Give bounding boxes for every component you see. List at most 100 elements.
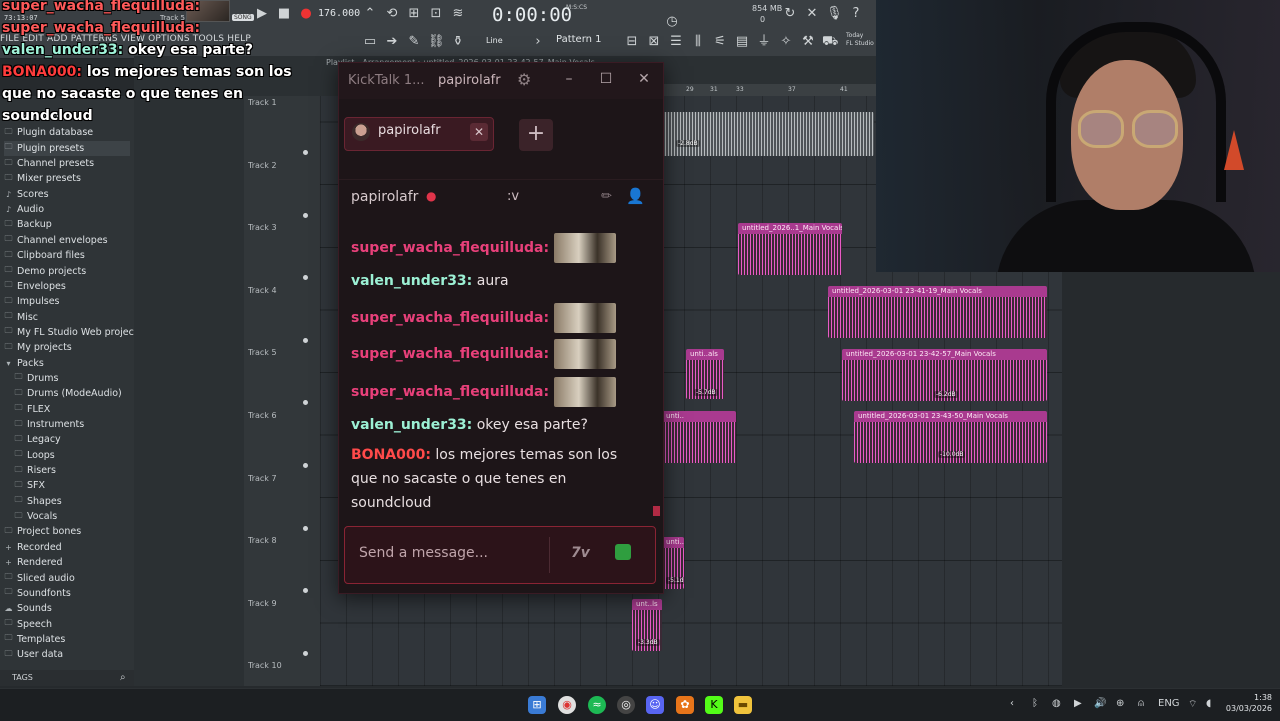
link-icon[interactable]: ⛓ (428, 34, 445, 50)
browser-item[interactable]: 🗀 Legacy (14, 432, 61, 447)
gear-icon[interactable]: ⚙ (517, 70, 531, 89)
stop-icon[interactable]: ■ (276, 6, 292, 22)
track-label[interactable]: Track 8 (248, 536, 277, 545)
browser-item[interactable]: 🗀 SFX (14, 478, 46, 493)
snap-icon[interactable]: ▭ (362, 34, 378, 50)
chat-emote[interactable] (553, 339, 616, 369)
pattern-select[interactable]: Pattern 1 (556, 34, 602, 45)
audio-clip[interactable]: unti..als -5.7dB (686, 349, 724, 399)
mixer-icon[interactable]: ⫼ (690, 34, 706, 50)
playlist-icon[interactable]: ⊟ (624, 34, 640, 50)
track-label[interactable]: Track 10 (248, 661, 282, 670)
chrome-icon[interactable]: ◉ (558, 696, 576, 714)
browser-icon[interactable]: ▤ (734, 34, 750, 50)
plugin-icon[interactable]: ⚟ (712, 34, 728, 50)
browser-item[interactable]: 🗀 Drums (14, 371, 59, 386)
browser-item[interactable]: 🗀 Demo projects (4, 264, 87, 279)
tags-label[interactable]: TAGS (12, 673, 33, 682)
wand-icon[interactable]: ✧ (778, 34, 794, 50)
close-x-icon[interactable]: ✕ (804, 6, 820, 22)
wifi-icon[interactable]: ⌔ (1188, 698, 1197, 711)
track-label[interactable]: Track 9 (248, 599, 277, 608)
track-mute-toggle[interactable] (303, 650, 308, 656)
system-clock[interactable]: 1:38 03/03/2026 (1222, 692, 1272, 714)
chat-username[interactable]: valen_under33: (351, 417, 472, 433)
maximize-icon[interactable]: ☐ (597, 71, 615, 87)
browser-item[interactable]: + Rendered (4, 555, 62, 570)
chevron-left-icon[interactable]: ‹ (1010, 698, 1014, 709)
search-icon[interactable]: ⌕ (120, 672, 126, 683)
user-icon[interactable]: 👤 (626, 187, 645, 205)
chat-username[interactable]: super_wacha_flequilluda: (351, 346, 549, 362)
browser-item[interactable]: ☁ Sounds (4, 601, 52, 616)
bluetooth-icon[interactable]: ᛒ (1032, 698, 1038, 709)
youtube-icon[interactable]: ▶ (1074, 698, 1082, 709)
track-mute-toggle[interactable] (303, 463, 308, 468)
browser-item[interactable]: ▾ Packs (4, 356, 43, 371)
7tv-emote-icon[interactable]: 7v (571, 545, 590, 561)
browser-item[interactable]: 🗀 Channel presets (4, 156, 95, 171)
metronome-icon[interactable]: ⌃ (362, 6, 378, 22)
chat-username[interactable]: super_wacha_flequilluda: (351, 384, 549, 400)
tools-icon[interactable]: ⚒ (800, 34, 816, 50)
audio-clip[interactable]: unti.. (662, 411, 736, 463)
mic-tray-icon[interactable]: ⍝ (1138, 698, 1144, 709)
audio-clip[interactable]: -2.8dB (662, 112, 874, 156)
arrow-right-icon[interactable]: › (530, 34, 546, 50)
browser-item[interactable]: 🗀 Instruments (14, 417, 85, 432)
discord-icon[interactable]: ☺ (646, 696, 664, 714)
browser-item[interactable]: 🗀 Shapes (14, 494, 62, 509)
start-icon[interactable]: ⊞ (528, 696, 546, 714)
kick-emote-icon[interactable] (615, 544, 631, 560)
piano-roll-icon[interactable]: ⊠ (646, 34, 662, 50)
arrow-icon[interactable]: ➔ (384, 34, 400, 50)
browser-item[interactable]: 🗀 Soundfonts (4, 586, 71, 601)
close-icon[interactable]: ✕ (635, 71, 653, 87)
cart-icon[interactable]: ⛟ (822, 34, 838, 50)
browser-item[interactable]: 🗀 Templates (4, 632, 66, 647)
browser-item[interactable]: ♪ Scores (4, 187, 49, 202)
kick-icon[interactable]: K (705, 696, 723, 714)
browser-item[interactable]: ♪ Audio (4, 202, 44, 217)
minimize-icon[interactable]: – (560, 71, 578, 87)
browser-item[interactable]: 🗀 Drums (ModeAudio) (14, 386, 122, 401)
record-icon[interactable]: ● (298, 6, 314, 22)
track-mute-toggle[interactable] (303, 525, 308, 531)
chat-username[interactable]: super_wacha_flequilluda: (351, 310, 549, 326)
stamp-icon[interactable]: ⚱ (450, 34, 466, 50)
speaker-icon[interactable]: ◖ (1206, 698, 1211, 709)
browser-item[interactable]: 🗀 My projects (4, 340, 72, 355)
plug-icon[interactable]: ⏚ (756, 34, 772, 50)
track-mute-toggle[interactable] (303, 337, 308, 343)
browser-item[interactable]: 🗀 Mixer presets (4, 171, 81, 186)
track-label[interactable]: Track 7 (248, 474, 277, 483)
track-mute-toggle[interactable] (303, 212, 308, 218)
track-label[interactable]: Track 2 (248, 161, 277, 170)
scroll-to-bottom-button[interactable] (653, 506, 660, 516)
loop-icon[interactable]: ⟲ (384, 6, 400, 22)
channel-rack-icon[interactable]: ☰ (668, 34, 684, 50)
browser-item[interactable]: 🗀 Clipboard files (4, 248, 85, 263)
chat-emote[interactable] (553, 233, 616, 263)
add-tab-button[interactable]: + (519, 119, 553, 151)
tray-app-icon[interactable]: ◍ (1052, 698, 1061, 709)
file-explorer-icon[interactable]: ▬ (734, 696, 752, 714)
obs-icon[interactable]: ◎ (617, 696, 635, 714)
chat-emote[interactable] (553, 303, 616, 333)
audio-clip[interactable]: untitled_2026-03-01 23-41-19_Main Vocals (828, 286, 1047, 338)
chat-username[interactable]: super_wacha_flequilluda: (351, 240, 549, 256)
volume-icon[interactable]: 🔊 (1094, 698, 1106, 709)
step-icon[interactable]: ⊞ (406, 6, 422, 22)
language-indicator[interactable]: ENG (1158, 698, 1180, 709)
audio-clip[interactable]: untitled_2026-03-01 23-43-50_Main Vocals… (854, 411, 1047, 463)
track-label[interactable]: Track 3 (248, 223, 277, 232)
chat-username[interactable]: valen_under33: (351, 273, 472, 289)
browser-item[interactable]: 🗀 Impulses (4, 294, 60, 309)
blend-icon[interactable]: ⊡ (428, 6, 444, 22)
refresh-icon[interactable]: ↻ (782, 6, 798, 22)
browser-item[interactable]: 🗀 My FL Studio Web projects (4, 325, 143, 340)
browser-item[interactable]: 🗀 Vocals (14, 509, 58, 524)
mic-icon[interactable]: 🎙 (826, 6, 843, 22)
timeline-ruler[interactable]: 29 31 33 37 41 (660, 84, 880, 96)
track-label[interactable]: Track 6 (248, 411, 277, 420)
